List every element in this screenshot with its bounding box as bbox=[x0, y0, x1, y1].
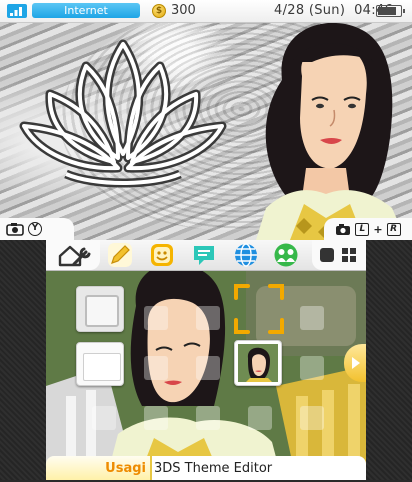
empty-slot[interactable] bbox=[92, 406, 116, 430]
connection-status: Internet bbox=[32, 3, 140, 18]
plus-sign: + bbox=[373, 222, 383, 236]
empty-slot[interactable] bbox=[144, 406, 168, 430]
view-toggle-tab[interactable] bbox=[312, 240, 366, 270]
bottom-screen[interactable] bbox=[0, 240, 412, 480]
l-button-icon: L bbox=[355, 222, 370, 236]
empty-slot[interactable] bbox=[196, 406, 220, 430]
theme-editor-app-tile[interactable] bbox=[234, 340, 282, 386]
lotus-icon bbox=[19, 39, 227, 188]
top-left-controls[interactable]: Y bbox=[0, 218, 74, 240]
theme-editor-app-icon bbox=[238, 344, 278, 382]
arrow-right-icon bbox=[352, 357, 360, 369]
folder-tile[interactable] bbox=[76, 342, 124, 386]
chat-bubble-icon[interactable] bbox=[192, 243, 216, 267]
top-right-controls[interactable]: L + R bbox=[324, 218, 412, 240]
r-button-icon: R bbox=[386, 222, 401, 236]
title-short-name: Usagi bbox=[46, 456, 150, 480]
pencil-icon[interactable] bbox=[108, 243, 132, 267]
settings-tab[interactable] bbox=[46, 240, 100, 270]
empty-slot[interactable] bbox=[300, 356, 324, 380]
folder-icon bbox=[83, 353, 121, 381]
empty-slot[interactable] bbox=[144, 306, 168, 330]
status-bar: Internet $ 300 4/28 (Sun) 04:46 bbox=[0, 0, 412, 23]
friends-icon[interactable] bbox=[274, 243, 298, 267]
empty-slot[interactable] bbox=[300, 306, 324, 330]
selection-cursor bbox=[234, 284, 284, 334]
top-screen: Internet $ 300 4/28 (Sun) 04:46 Y L + R bbox=[0, 0, 412, 240]
y-button-icon: Y bbox=[28, 222, 42, 236]
cartridge-slot-tile[interactable] bbox=[76, 286, 124, 332]
empty-slot[interactable] bbox=[196, 356, 220, 380]
smiley-icon[interactable] bbox=[150, 243, 174, 267]
empty-slot[interactable] bbox=[248, 406, 272, 430]
grid-view-icon[interactable] bbox=[342, 248, 356, 262]
empty-slot[interactable] bbox=[144, 356, 168, 380]
single-view-icon[interactable] bbox=[320, 248, 334, 262]
empty-slot[interactable] bbox=[300, 406, 324, 430]
camera-icon bbox=[6, 223, 24, 236]
play-coin-count: 300 bbox=[171, 3, 196, 18]
wifi-signal-icon bbox=[7, 4, 27, 18]
settings-wrench-house-icon bbox=[58, 245, 91, 267]
title-full-name: 3DS Theme Editor bbox=[152, 456, 366, 480]
empty-slot[interactable] bbox=[196, 306, 220, 330]
selected-title-bar: Usagi 3DS Theme Editor bbox=[46, 456, 366, 480]
play-coin-icon: $ bbox=[152, 4, 166, 18]
character-illustration-top bbox=[256, 22, 406, 240]
globe-icon[interactable] bbox=[234, 243, 258, 267]
battery-icon bbox=[376, 5, 405, 17]
camera-icon bbox=[336, 223, 351, 235]
